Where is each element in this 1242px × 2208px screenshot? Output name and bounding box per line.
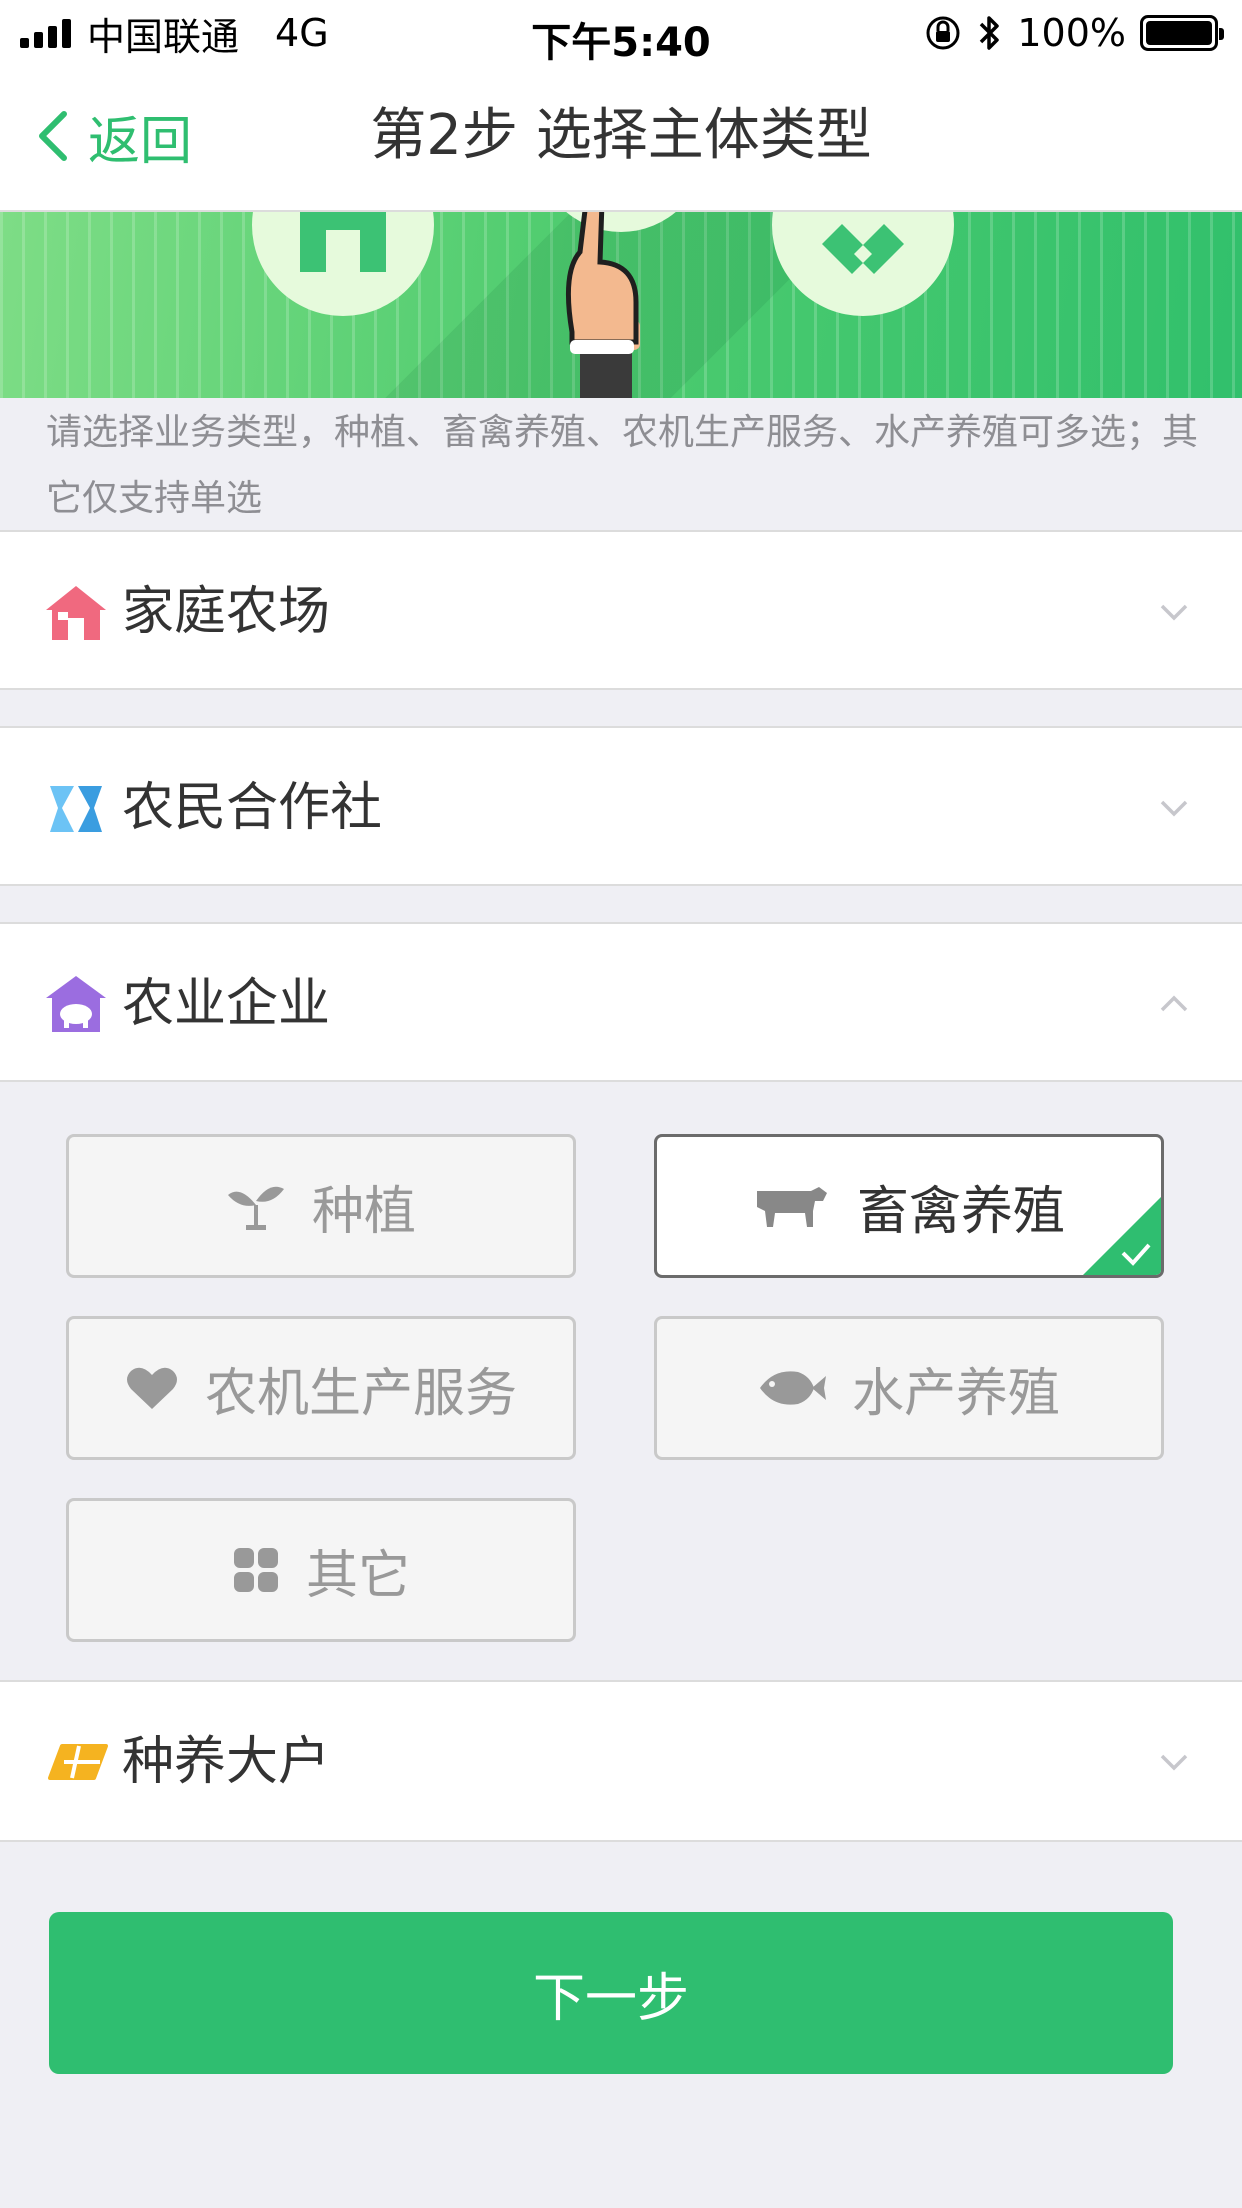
section-title: 家庭农场 bbox=[122, 582, 331, 642]
bluetooth-icon bbox=[980, 16, 1000, 50]
option-other[interactable]: 其它 bbox=[66, 1498, 576, 1642]
section-title: 农民合作社 bbox=[122, 778, 383, 838]
enterprise-type-options: 种植 畜禽养殖 农机生产服务 水产养殖 其它 bbox=[0, 1080, 1242, 1654]
field-icon bbox=[48, 1744, 108, 1780]
chevron-down-icon bbox=[1160, 1754, 1188, 1771]
option-livestock[interactable]: 畜禽养殖 bbox=[654, 1134, 1164, 1278]
pointing-hand-icon bbox=[565, 212, 640, 398]
option-aquaculture[interactable]: 水产养殖 bbox=[654, 1316, 1164, 1460]
chevron-up-icon bbox=[1160, 995, 1188, 1012]
cooperative-icon bbox=[50, 786, 102, 832]
rotation-lock-icon bbox=[926, 16, 960, 50]
battery-icon bbox=[1140, 15, 1224, 51]
chevron-down-icon bbox=[1160, 604, 1188, 621]
cow-icon bbox=[756, 1187, 827, 1227]
option-label: 水产养殖 bbox=[851, 1363, 1060, 1424]
banner-image bbox=[0, 212, 1242, 398]
banner-handshake-circle bbox=[772, 212, 954, 316]
selection-hint: 请选择业务类型，种植、畜禽养殖、农机生产服务、水产养殖可多选；其它仅支持单选 bbox=[46, 412, 1199, 519]
option-label: 农机生产服务 bbox=[204, 1363, 517, 1424]
status-right: 100% bbox=[923, 10, 1224, 56]
fish-icon bbox=[759, 1371, 826, 1405]
option-label: 其它 bbox=[305, 1545, 410, 1606]
banner-house-circle bbox=[252, 212, 434, 316]
option-agri-machinery[interactable]: 农机生产服务 bbox=[66, 1316, 576, 1460]
section-cooperative[interactable]: 农民合作社 bbox=[0, 726, 1242, 886]
section-large-grower[interactable]: 种养大户 bbox=[0, 1680, 1242, 1842]
grid-icon bbox=[233, 1548, 278, 1592]
chevron-down-icon bbox=[1160, 800, 1188, 817]
next-step-button[interactable]: 下一步 bbox=[49, 1912, 1173, 2074]
section-title: 农业企业 bbox=[122, 974, 331, 1034]
heart-icon bbox=[126, 1367, 177, 1409]
check-icon bbox=[1083, 1197, 1161, 1275]
nav-bar: 返回 第2步 选择主体类型 bbox=[0, 66, 1242, 212]
option-label: 畜禽养殖 bbox=[856, 1181, 1065, 1242]
option-planting[interactable]: 种植 bbox=[66, 1134, 576, 1278]
section-title: 种养大户 bbox=[122, 1732, 331, 1792]
house-icon bbox=[46, 586, 106, 640]
section-family-farm[interactable]: 家庭农场 bbox=[0, 530, 1242, 690]
battery-percent: 100% bbox=[1017, 11, 1126, 55]
page-title: 第2步 选择主体类型 bbox=[370, 103, 872, 168]
sprout-icon bbox=[227, 1186, 284, 1230]
pig-barn-icon bbox=[46, 976, 106, 1032]
section-agri-enterprise[interactable]: 农业企业 bbox=[0, 922, 1242, 1082]
option-label: 种植 bbox=[311, 1181, 416, 1242]
status-bar: 中国联通 4G 下午5:40 100% bbox=[0, 0, 1242, 66]
